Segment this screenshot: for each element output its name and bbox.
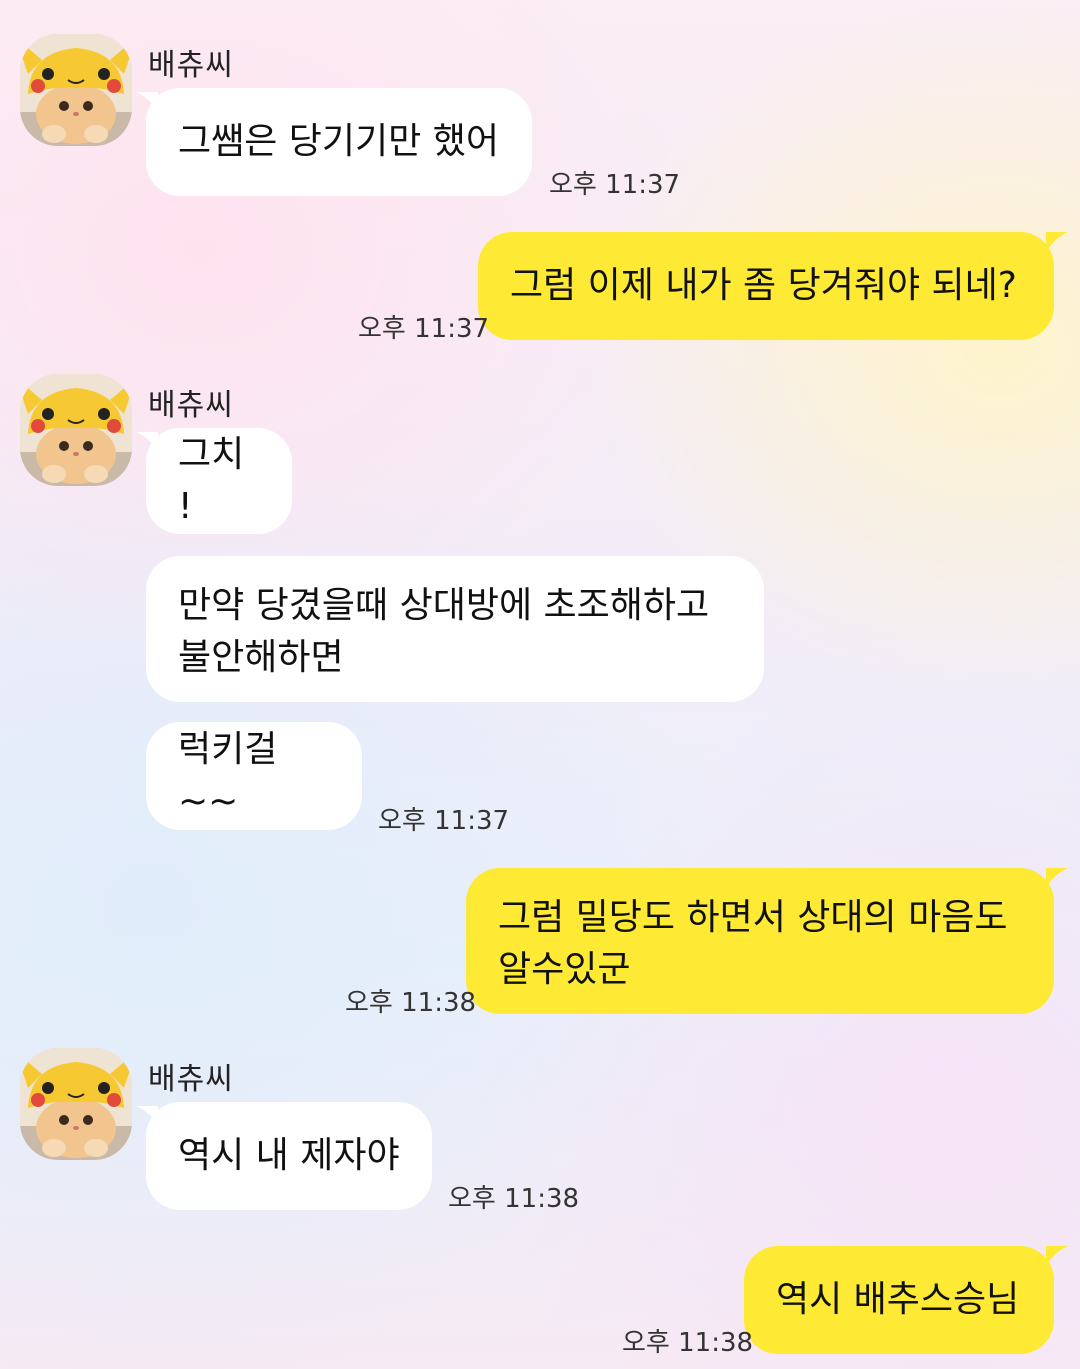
- message-bubble-incoming[interactable]: 그쌤은 당기기만 했어: [146, 88, 532, 196]
- pikachu-hat-cat-avatar-icon: [20, 374, 132, 486]
- message-text-line: 그럼 밀당도 하면서 상대의 마음도: [498, 897, 1008, 938]
- message-time: 오후 11:38: [345, 988, 477, 1018]
- sender-name: 배츄씨: [148, 48, 234, 83]
- message-bubble-outgoing[interactable]: 역시 배추스승님: [744, 1246, 1054, 1354]
- pikachu-hat-cat-avatar-icon: [20, 34, 132, 146]
- bubble-tail: [1046, 868, 1068, 888]
- sender-name: 배츄씨: [148, 1062, 234, 1097]
- message-bubble-outgoing[interactable]: 그럼 밀당도 하면서 상대의 마음도 알수있군: [466, 868, 1054, 1014]
- message-text: 그럼 이제 내가 좀 당겨줘야 되네?: [510, 265, 1017, 306]
- message-text-line: 불안해하면: [178, 637, 344, 678]
- message-bubble-incoming[interactable]: 그치 !: [146, 428, 292, 534]
- message-time: 오후 11:37: [358, 314, 490, 344]
- message-text: 럭키걸~~: [178, 729, 278, 822]
- sender-avatar[interactable]: [20, 1048, 132, 1160]
- message-time: 오후 11:38: [448, 1184, 580, 1214]
- message-text-line: 알수있군: [498, 949, 631, 990]
- message-bubble-incoming[interactable]: 역시 내 제자야: [146, 1102, 432, 1210]
- sender-avatar[interactable]: [20, 34, 132, 146]
- message-bubble-outgoing[interactable]: 그럼 이제 내가 좀 당겨줘야 되네?: [478, 232, 1054, 340]
- bubble-tail: [1046, 1246, 1068, 1266]
- message-bubble-incoming[interactable]: 럭키걸~~: [146, 722, 362, 830]
- message-bubble-incoming[interactable]: 만약 당겼을때 상대방에 초조해하고 불안해하면: [146, 556, 764, 702]
- message-text-line: 만약 당겼을때 상대방에 초조해하고: [178, 585, 710, 626]
- message-text: 그쌤은 당기기만 했어: [178, 121, 499, 162]
- message-time: 오후 11:38: [622, 1328, 754, 1358]
- pikachu-hat-cat-avatar-icon: [20, 1048, 132, 1160]
- sender-name: 배츄씨: [148, 388, 234, 423]
- message-text: 그치 !: [178, 434, 245, 527]
- message-time: 오후 11:37: [378, 806, 510, 836]
- message-time: 오후 11:37: [549, 170, 681, 200]
- message-text: 역시 내 제자야: [178, 1135, 400, 1176]
- sender-avatar[interactable]: [20, 374, 132, 486]
- bubble-tail: [1046, 232, 1068, 252]
- message-text: 역시 배추스승님: [776, 1279, 1020, 1320]
